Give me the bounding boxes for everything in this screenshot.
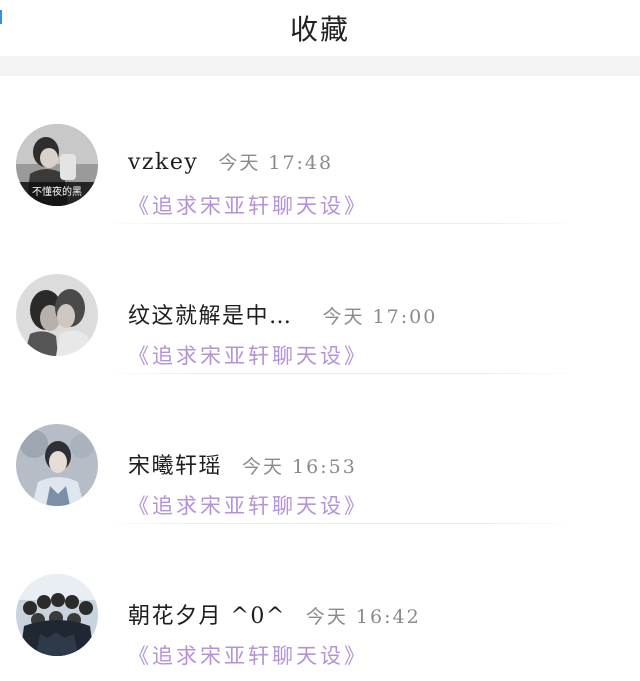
row-separator [100, 373, 580, 374]
favorite-item[interactable]: 纹这就解是中… 今天 17:00 《追求宋亚轩聊天设》 [0, 226, 640, 376]
header-bar: 收藏 [0, 0, 640, 56]
row-separator [100, 223, 580, 224]
item-meta: 朝花夕月 ^0^ 今天 16:42 [128, 598, 421, 630]
favorites-page: 收藏 不懂夜的黑 vzkey 今天 17:48 《追求宋亚轩聊天设》 纹这就解是… [0, 0, 640, 681]
timestamp: 今天 16:53 [242, 456, 357, 478]
favorites-list: 不懂夜的黑 vzkey 今天 17:48 《追求宋亚轩聊天设》 纹这就解是中… … [0, 76, 640, 676]
page-title: 收藏 [289, 13, 350, 46]
timestamp: 今天 17:00 [322, 306, 438, 328]
sender-name: 宋曦轩瑶 [128, 454, 223, 479]
item-meta: 宋曦轩瑶 今天 16:53 [128, 448, 357, 480]
row-separator [100, 523, 580, 524]
favorite-message[interactable]: 《追求宋亚轩聊天设》 [128, 190, 368, 220]
favorite-item[interactable]: 不懂夜的黑 vzkey 今天 17:48 《追求宋亚轩聊天设》 [0, 76, 640, 226]
back-indicator[interactable] [0, 10, 5, 24]
avatar[interactable] [16, 274, 98, 356]
timestamp: 今天 16:42 [305, 606, 421, 628]
favorite-message[interactable]: 《追求宋亚轩聊天设》 [128, 490, 368, 520]
item-meta: vzkey 今天 17:48 [128, 148, 333, 175]
avatar-overlay-text: 不懂夜的黑 [32, 185, 82, 198]
avatar[interactable]: 不懂夜的黑 [16, 124, 98, 206]
header-divider [0, 56, 640, 76]
item-meta: 纹这就解是中… 今天 17:00 [128, 298, 437, 330]
favorite-message[interactable]: 《追求宋亚轩聊天设》 [128, 640, 368, 670]
favorite-message[interactable]: 《追求宋亚轩聊天设》 [128, 340, 368, 370]
sender-name: vzkey [128, 150, 199, 175]
timestamp: 今天 17:48 [218, 152, 334, 174]
favorite-item[interactable]: 宋曦轩瑶 今天 16:53 《追求宋亚轩聊天设》 [0, 376, 640, 526]
sender-name: 朝花夕月 ^0^ [128, 604, 286, 629]
favorite-item[interactable]: 朝花夕月 ^0^ 今天 16:42 《追求宋亚轩聊天设》 [0, 526, 640, 676]
sender-name: 纹这就解是中… [128, 304, 293, 329]
avatar[interactable] [16, 424, 98, 506]
avatar[interactable] [16, 574, 98, 656]
